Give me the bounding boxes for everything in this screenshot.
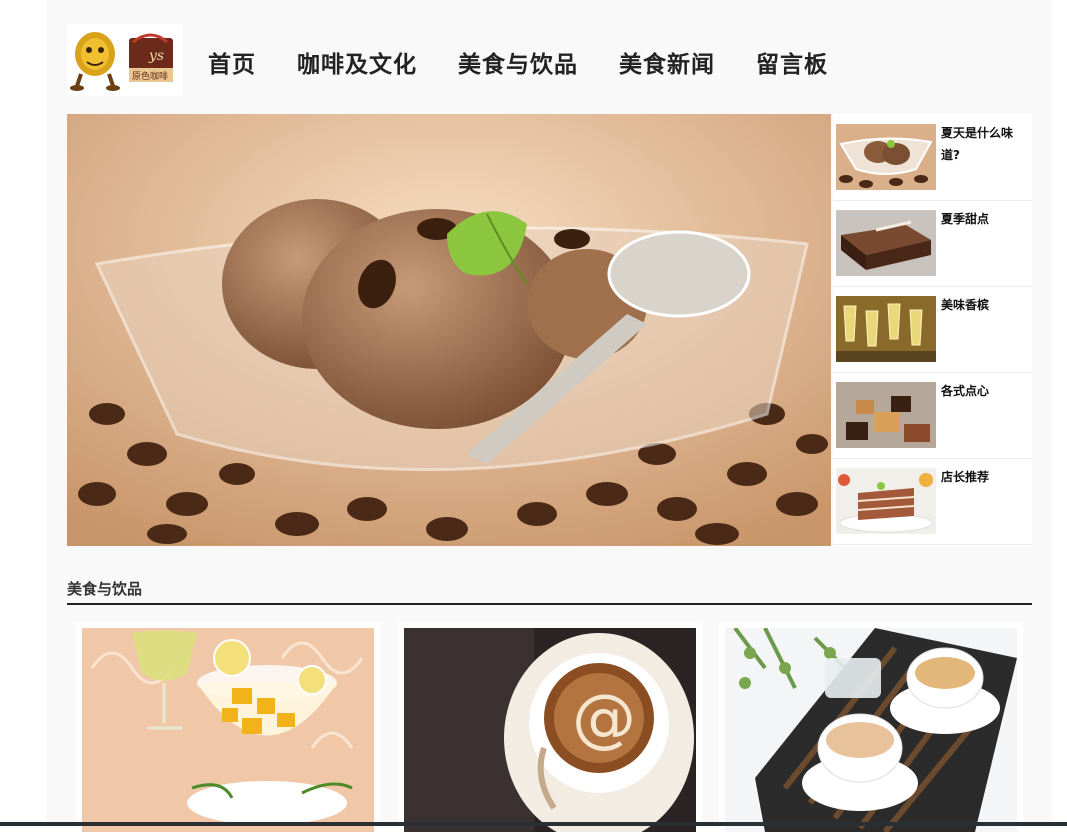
- nav-food-drinks[interactable]: 美食与饮品: [458, 46, 578, 84]
- svg-text:原色咖啡: 原色咖啡: [132, 70, 168, 82]
- featured-sidebar: 夏天是什么味道? 夏季甜点 美味香槟 各式点心 店长推荐: [833, 114, 1032, 546]
- sidebar-title[interactable]: 夏季甜点: [941, 208, 1027, 230]
- sidebar-item-summer-dessert[interactable]: 夏季甜点: [833, 200, 1032, 287]
- card-image-fruit-dessert: [82, 628, 374, 832]
- section-divider: [67, 603, 1032, 605]
- sidebar-title[interactable]: 各式点心: [941, 380, 1027, 402]
- nav-message-board[interactable]: 留言板: [756, 46, 828, 84]
- sidebar-item-champagne[interactable]: 美味香槟: [833, 286, 1032, 373]
- sidebar-thumb-layer-cake: [836, 468, 936, 534]
- sidebar-thumb-pastries: [836, 382, 936, 448]
- sidebar-title[interactable]: 美味香槟: [941, 294, 1027, 316]
- main-nav: 首页 咖啡及文化 美食与饮品 美食新闻 留言板: [208, 46, 869, 84]
- bottom-bar: [0, 822, 1067, 826]
- nav-home[interactable]: 首页: [208, 46, 256, 84]
- site-logo[interactable]: ys 原色咖啡: [67, 24, 182, 96]
- sidebar-title[interactable]: 夏天是什么味道?: [941, 122, 1027, 166]
- svg-text:@: @: [572, 682, 636, 756]
- sidebar-thumb-ice-cream: [836, 124, 936, 190]
- sidebar-title[interactable]: 店长推荐: [941, 466, 1027, 488]
- nav-food-news[interactable]: 美食新闻: [619, 46, 715, 84]
- hero-image[interactable]: [67, 114, 831, 546]
- sidebar-item-summer-taste[interactable]: 夏天是什么味道?: [833, 114, 1032, 201]
- food-card[interactable]: [719, 622, 1023, 832]
- food-card[interactable]: [76, 622, 380, 832]
- card-image-tea-cups: [725, 628, 1017, 832]
- sidebar-thumb-chocolate-cake: [836, 210, 936, 276]
- section-title: 美食与饮品: [67, 580, 143, 598]
- food-card[interactable]: @: [398, 622, 702, 832]
- nav-coffee-culture[interactable]: 咖啡及文化: [297, 46, 417, 84]
- svg-text:ys: ys: [148, 48, 164, 64]
- sidebar-item-manager-pick[interactable]: 店长推荐: [833, 458, 1032, 545]
- sidebar-thumb-champagne: [836, 296, 936, 362]
- sidebar-item-pastries[interactable]: 各式点心: [833, 372, 1032, 459]
- card-image-latte-art: @: [404, 628, 696, 832]
